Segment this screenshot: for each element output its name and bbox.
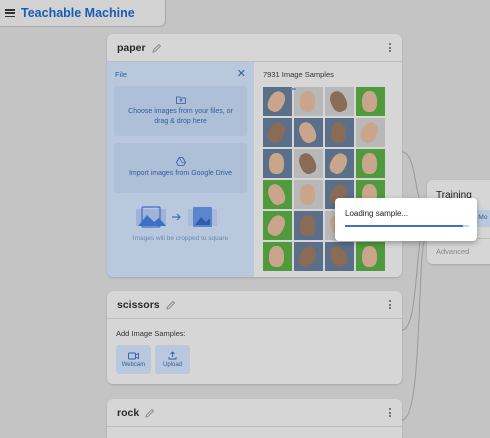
- sample-thumbnail-grid: [263, 87, 387, 271]
- hand-image: [295, 243, 320, 270]
- hand-image: [300, 184, 315, 205]
- upload-button[interactable]: Upload: [155, 345, 190, 374]
- class-card-rock: rock: [107, 399, 402, 438]
- upload-button-label: Upload: [162, 362, 182, 368]
- app-header: Teachable Machine: [0, 0, 166, 27]
- menu-icon[interactable]: [5, 9, 15, 17]
- more-options-icon[interactable]: [388, 300, 392, 309]
- crop-note: Images will be cropped to square: [132, 235, 229, 242]
- sample-thumbnail[interactable]: [356, 118, 385, 147]
- sample-thumbnail[interactable]: [294, 118, 323, 147]
- hand-image: [296, 119, 319, 146]
- close-icon[interactable]: ✕: [237, 68, 246, 80]
- class-name[interactable]: rock: [117, 407, 139, 419]
- sample-thumbnail[interactable]: [263, 211, 292, 240]
- samples-count: 7931 Image Samples: [263, 70, 334, 79]
- hand-image: [300, 215, 315, 236]
- hand-image: [362, 246, 377, 267]
- hand-image: [331, 122, 346, 143]
- upload-dropzone-text: Choose images from your files, or drag &…: [128, 108, 233, 125]
- class-card-header: paper: [107, 34, 402, 62]
- sample-thumbnail[interactable]: [356, 87, 385, 116]
- hand-image: [357, 119, 382, 146]
- hand-image: [327, 243, 350, 270]
- hand-image: [326, 150, 351, 177]
- loading-text: Loading sample...: [345, 209, 409, 218]
- samples-panel: 7931 Image Samples: [254, 62, 402, 277]
- sample-thumbnail[interactable]: [325, 118, 354, 147]
- webcam-icon: [128, 352, 139, 359]
- edit-pencil-icon[interactable]: [145, 408, 155, 418]
- hand-image: [362, 153, 377, 174]
- webcam-button-label: Webcam: [121, 361, 146, 368]
- file-upload-panel: File ✕ Choose images from your files, or…: [107, 62, 254, 277]
- sample-thumbnail[interactable]: [294, 180, 323, 209]
- loading-dialog: Loading sample...: [335, 198, 477, 241]
- edit-pencil-icon[interactable]: [151, 43, 162, 53]
- sample-thumbnail[interactable]: [325, 149, 354, 178]
- hand-image: [296, 150, 319, 177]
- hand-image: [300, 91, 315, 112]
- sample-thumbnail[interactable]: [294, 211, 323, 240]
- class-card-header: rock: [107, 399, 402, 427]
- hand-image: [265, 181, 288, 208]
- hand-image: [264, 212, 289, 239]
- sample-thumbnail[interactable]: [356, 149, 385, 178]
- sample-thumbnail[interactable]: [294, 242, 323, 271]
- sample-thumbnail[interactable]: [356, 242, 385, 271]
- more-options-icon[interactable]: [388, 408, 392, 417]
- hand-image: [362, 91, 377, 112]
- sample-thumbnail[interactable]: [325, 87, 354, 116]
- class-name[interactable]: scissors: [117, 299, 160, 311]
- webcam-button[interactable]: Webcam: [116, 345, 151, 374]
- hand-image: [264, 119, 289, 146]
- class-name[interactable]: paper: [117, 42, 146, 54]
- sample-thumbnail[interactable]: [294, 149, 323, 178]
- sample-thumbnail[interactable]: [263, 118, 292, 147]
- sample-thumbnail[interactable]: [263, 149, 292, 178]
- hand-image: [264, 88, 289, 115]
- sample-thumbnail[interactable]: [325, 242, 354, 271]
- hand-image: [269, 246, 284, 267]
- edit-pencil-icon[interactable]: [166, 300, 176, 310]
- upload-icon: [168, 351, 177, 360]
- sample-thumbnail[interactable]: [294, 87, 323, 116]
- add-samples-label: Add Image Samples:: [116, 329, 186, 338]
- class-card-header: scissors: [107, 291, 402, 319]
- hand-image: [269, 153, 284, 174]
- google-drive-icon: [175, 157, 186, 167]
- hand-image: [327, 88, 350, 115]
- google-drive-button[interactable]: Import images from Google Drive: [114, 143, 247, 193]
- sample-thumbnail[interactable]: [263, 180, 292, 209]
- advanced-toggle[interactable]: Advanced: [436, 247, 469, 256]
- more-options-icon[interactable]: [388, 43, 392, 52]
- sample-thumbnail[interactable]: [263, 242, 292, 271]
- loading-progress-fill: [345, 225, 463, 227]
- folder-upload-icon: [175, 97, 186, 105]
- file-panel-label: File: [115, 69, 128, 79]
- sample-thumbnail[interactable]: [263, 87, 292, 116]
- loading-progress-bar: [345, 225, 469, 227]
- app-title[interactable]: Teachable Machine: [21, 6, 135, 20]
- class-card-scissors: scissors Add Image Samples: Webcam Uploa…: [107, 291, 402, 384]
- crop-to-square-illustration: [136, 206, 217, 228]
- google-drive-text: Import images from Google Drive: [128, 170, 233, 178]
- upload-dropzone[interactable]: Choose images from your files, or drag &…: [114, 86, 247, 136]
- scroll-indicator: [291, 88, 296, 90]
